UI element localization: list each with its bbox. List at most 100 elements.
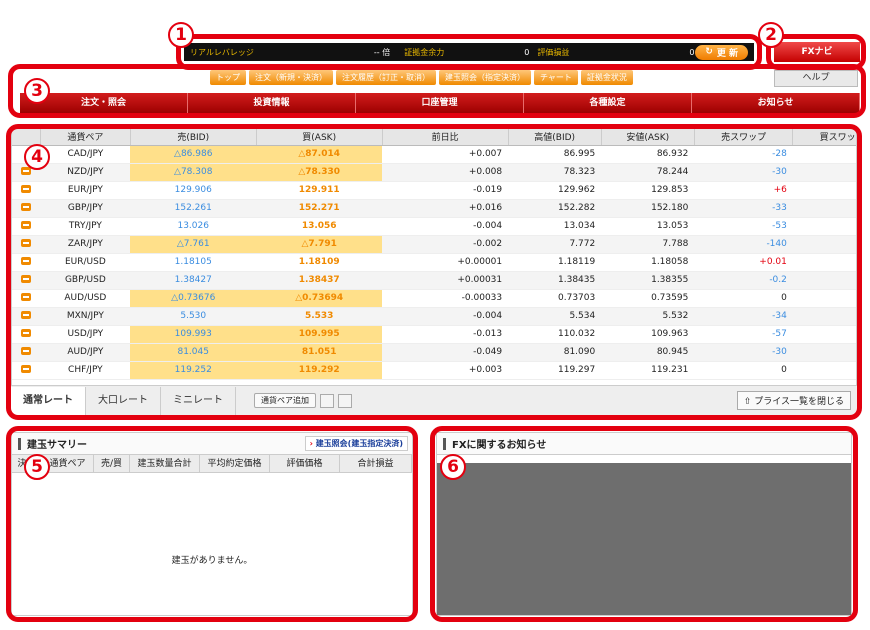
rate-ask[interactable]: 5.533 — [256, 307, 383, 326]
header-bid[interactable]: 売(BID) — [130, 129, 257, 146]
order-icon-cell[interactable] — [12, 289, 41, 308]
nav-notice[interactable]: お知らせ — [692, 93, 860, 113]
rate-pair: AUD/USD — [40, 289, 131, 308]
order-icon[interactable] — [21, 292, 32, 301]
update-button[interactable]: ↻ 更 新 — [695, 44, 748, 60]
subnav-order-history[interactable]: 注文履歴（訂正・取消） — [336, 70, 436, 85]
rate-bid[interactable]: 119.252 — [130, 361, 257, 380]
rate-bid[interactable]: 152.261 — [130, 199, 257, 218]
order-icon[interactable] — [21, 220, 32, 229]
leverage-label: リアルレバレッジ — [190, 47, 254, 57]
rate-row[interactable]: AUD/USD △0.73676 △0.73694 -0.00033 0.73703 0.… — [12, 289, 856, 308]
tab-normal-rate[interactable]: 通常レート — [11, 386, 86, 415]
rate-row[interactable]: EUR/JPY 129.906 129.911 -0.019 129.962 129.85… — [12, 181, 856, 200]
rate-bid[interactable]: 13.026 — [130, 217, 257, 236]
rate-sell-swap: -33 — [694, 199, 793, 218]
header-change[interactable]: 前日比 — [382, 129, 509, 146]
subnav-margin[interactable]: 証拠金状況 — [580, 70, 633, 85]
order-icon-cell[interactable] — [12, 325, 41, 344]
layout-grid-icon[interactable] — [338, 393, 352, 408]
layout-list-icon[interactable] — [320, 393, 334, 408]
header-ask[interactable]: 買(ASK) — [256, 129, 383, 146]
order-icon[interactable] — [21, 346, 32, 355]
rate-ask[interactable]: 129.911 — [256, 181, 383, 200]
tab-large-rate[interactable]: 大口レート — [86, 386, 161, 415]
rate-ask[interactable]: △78.330 — [256, 163, 383, 182]
marker-4: 4 — [24, 144, 50, 170]
rate-ask[interactable]: 1.38437 — [256, 271, 383, 290]
rate-row[interactable]: EUR/USD 1.18105 1.18109 +0.00001 1.18119 1.18… — [12, 253, 856, 272]
header-low[interactable]: 安値(ASK) — [601, 129, 695, 146]
rate-bid[interactable]: △78.308 — [130, 163, 257, 182]
help-button[interactable]: ヘルプ — [774, 70, 858, 87]
nav-investment-info[interactable]: 投資情報 — [188, 93, 356, 113]
fx-navi-button[interactable]: FXナビ — [774, 42, 860, 62]
nav-account[interactable]: 口座管理 — [356, 93, 524, 113]
order-icon-cell[interactable] — [12, 361, 41, 380]
position-inquiry-link[interactable]: › 建玉照会(建玉指定決済) — [304, 436, 408, 451]
rate-row[interactable]: TRY/JPY 13.026 13.056 -0.004 13.034 13.053 -53… — [12, 217, 856, 236]
rate-ask[interactable]: 81.051 — [256, 343, 383, 362]
order-icon-cell[interactable] — [12, 217, 41, 236]
header-buy-swap[interactable]: 買スワップ — [792, 129, 856, 146]
order-icon-cell[interactable] — [12, 343, 41, 362]
rate-ask[interactable]: 1.18109 — [256, 253, 383, 272]
order-icon[interactable] — [21, 256, 32, 265]
rate-ask[interactable]: △7.791 — [256, 235, 383, 254]
rate-ask[interactable]: △87.014 — [256, 145, 383, 164]
order-icon[interactable] — [21, 184, 32, 193]
header-sell-swap[interactable]: 売スワップ — [694, 129, 794, 146]
close-price-list-button[interactable]: ⇧ プライス一覧を閉じる — [736, 391, 851, 410]
rate-row[interactable]: CAD/JPY △86.986 △87.014 +0.007 86.995 86.932-… — [12, 145, 856, 164]
rate-bid[interactable]: △86.986 — [130, 145, 257, 164]
rate-bid[interactable]: △0.73676 — [130, 289, 257, 308]
rate-ask[interactable]: 152.271 — [256, 199, 383, 218]
order-icon[interactable] — [21, 202, 32, 211]
rate-row[interactable]: GBP/USD 1.38427 1.38437 +0.00031 1.38435 1.38… — [12, 271, 856, 290]
rate-row[interactable]: CHF/JPY 119.252 119.292 +0.003 119.297 119.23… — [12, 361, 856, 380]
order-icon[interactable] — [21, 364, 32, 373]
rate-ask[interactable]: △0.73694 — [256, 289, 383, 308]
rate-bid[interactable]: △7.761 — [130, 235, 257, 254]
order-icon-cell[interactable] — [12, 235, 41, 254]
rate-low: 1.38355 — [601, 271, 695, 290]
rate-bid[interactable]: 1.18105 — [130, 253, 257, 272]
subnav-position[interactable]: 建玉照会（指定決済） — [439, 70, 531, 85]
rate-row[interactable]: NZD/JPY △78.308 △78.330 +0.008 78.323 78.244-… — [12, 163, 856, 182]
order-icon[interactable] — [21, 328, 32, 337]
rate-row[interactable]: ZAR/JPY△7.761△7.791-0.0027.7727.788-140+… — [12, 235, 856, 254]
rate-ask[interactable]: 13.056 — [256, 217, 383, 236]
header-pair[interactable]: 通貨ペア — [40, 129, 131, 146]
rate-row[interactable]: AUD/JPY 81.045 81.051 -0.049 81.090 80.945 -30 — [12, 343, 856, 362]
rate-ask[interactable]: 119.292 — [256, 361, 383, 380]
order-icon[interactable] — [21, 238, 32, 247]
rate-high: 5.534 — [508, 307, 602, 326]
rate-sell-swap: -30 — [694, 163, 793, 182]
nav-settings[interactable]: 各種設定 — [524, 93, 692, 113]
rate-bid[interactable]: 5.530 — [130, 307, 257, 326]
rate-bid[interactable]: 129.906 — [130, 181, 257, 200]
order-icon-cell[interactable] — [12, 307, 41, 326]
add-pair-button[interactable]: 通貨ペア追加 — [254, 393, 316, 408]
rate-bid[interactable]: 81.045 — [130, 343, 257, 362]
order-icon[interactable] — [21, 310, 32, 319]
order-icon-cell[interactable] — [12, 253, 41, 272]
rate-sell-swap: -30 — [694, 343, 793, 362]
rate-ask[interactable]: 109.995 — [256, 325, 383, 344]
order-icon-cell[interactable] — [12, 271, 41, 290]
rate-header-icon — [12, 129, 41, 146]
order-icon-cell[interactable] — [12, 181, 41, 200]
rate-row[interactable]: USD/JPY 109.993 109.995 -0.013 110.032 109.96… — [12, 325, 856, 344]
rate-pair: EUR/USD — [40, 253, 131, 272]
tab-mini-rate[interactable]: ミニレート — [161, 386, 236, 415]
subnav-order[interactable]: 注文（新規・決済） — [249, 70, 333, 85]
rate-bid[interactable]: 1.38427 — [130, 271, 257, 290]
rate-row[interactable]: GBP/JPY 152.261 152.271 +0.016 152.282 152.18… — [12, 199, 856, 218]
subnav-chart[interactable]: チャート — [534, 70, 578, 85]
rate-bid[interactable]: 109.993 — [130, 325, 257, 344]
order-icon-cell[interactable] — [12, 199, 41, 218]
rate-row[interactable]: MXN/JPY5.5305.533-0.0045.5345.532-34+ — [12, 307, 856, 326]
order-icon[interactable] — [21, 274, 32, 283]
header-high[interactable]: 高値(BID) — [508, 129, 602, 146]
subnav-top[interactable]: トップ — [210, 70, 246, 85]
